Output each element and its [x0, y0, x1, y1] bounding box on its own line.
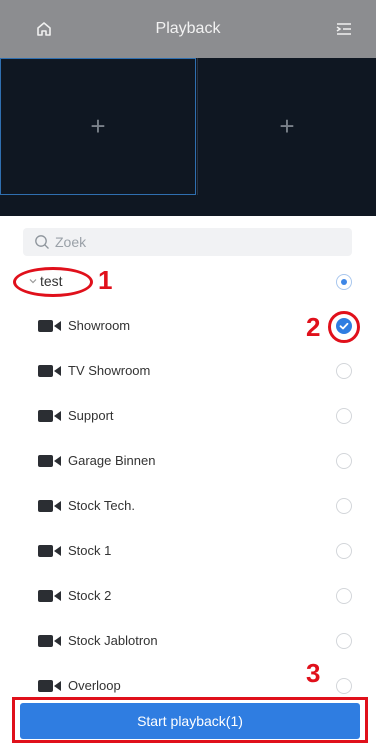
annotation-number-2: 2	[306, 312, 321, 342]
camera-label: TV Showroom	[68, 363, 151, 378]
camera-icon	[38, 589, 62, 603]
camera-label: Stock Jablotron	[68, 633, 158, 648]
camera-label: Stock 2	[68, 588, 112, 603]
camera-checkbox[interactable]	[336, 633, 352, 649]
camera-label: Stock Tech.	[68, 498, 135, 513]
plus-icon[interactable]: +	[279, 111, 294, 142]
camera-checkbox[interactable]	[336, 498, 352, 514]
camera-checkbox[interactable]	[336, 678, 352, 694]
video-cell-2[interactable]: +	[197, 58, 376, 195]
camera-label: Garage Binnen	[68, 453, 156, 468]
video-cell-1[interactable]: +	[0, 58, 196, 195]
camera-checkbox[interactable]	[336, 363, 352, 379]
annotation-number-1: 1	[98, 265, 113, 295]
camera-icon	[38, 454, 62, 468]
camera-icon	[38, 679, 62, 693]
search-placeholder: Zoek	[55, 234, 87, 250]
annotation-ring-2	[328, 311, 360, 343]
camera-row[interactable]: TV Showroom	[0, 349, 376, 393]
group-radio[interactable]	[336, 274, 352, 290]
camera-label: Stock 1	[68, 543, 112, 558]
camera-row[interactable]: Stock 2	[0, 574, 376, 618]
page-title: Playback	[155, 20, 221, 37]
camera-row[interactable]: Garage Binnen	[0, 439, 376, 483]
camera-checkbox[interactable]	[336, 453, 352, 469]
home-icon[interactable]	[32, 17, 56, 41]
camera-checkbox[interactable]	[336, 543, 352, 559]
camera-row[interactable]: Stock Jablotron	[0, 619, 376, 663]
camera-icon	[38, 319, 62, 333]
camera-checkbox[interactable]	[336, 408, 352, 424]
annotation-ring-1	[13, 267, 93, 297]
camera-icon	[38, 364, 62, 378]
camera-label: Support	[68, 408, 114, 423]
start-playback-button[interactable]: Start playback(1)	[20, 703, 360, 739]
camera-icon	[38, 499, 62, 513]
camera-icon	[38, 544, 62, 558]
camera-icon	[38, 634, 62, 648]
top-bar: Playback	[0, 0, 376, 58]
search-input[interactable]: Zoek	[23, 228, 352, 256]
menu-collapse-icon[interactable]	[332, 17, 356, 41]
search-icon	[33, 233, 51, 251]
camera-label: Showroom	[68, 318, 131, 333]
camera-label: Overloop	[68, 678, 121, 693]
annotation-number-3: 3	[306, 658, 321, 688]
playback-screen: Playback + + Zoek test Showroom TV Showro…	[0, 0, 376, 747]
camera-checkbox[interactable]	[336, 588, 352, 604]
camera-row[interactable]: Support	[0, 394, 376, 438]
plus-icon[interactable]: +	[90, 111, 105, 142]
camera-row[interactable]: Stock 1	[0, 529, 376, 573]
camera-icon	[38, 409, 62, 423]
camera-row[interactable]: Stock Tech.	[0, 484, 376, 528]
video-grid: + +	[0, 58, 376, 216]
